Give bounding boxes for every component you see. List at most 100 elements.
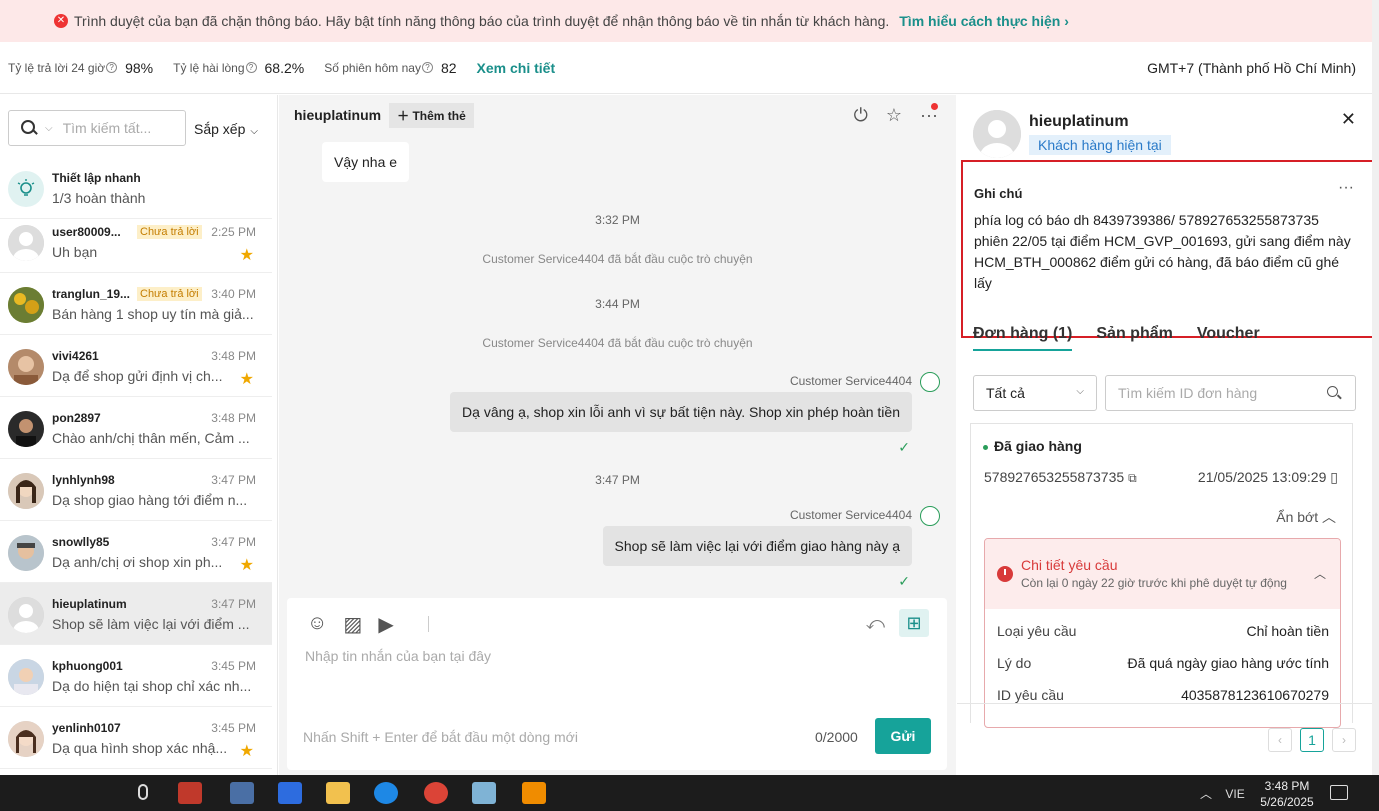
notepad-icon[interactable] xyxy=(472,782,496,804)
collapse-toggle[interactable]: Ẩn bớt ︿ xyxy=(1276,507,1336,527)
app-icon[interactable] xyxy=(522,782,546,804)
microphone-icon[interactable] xyxy=(138,784,148,800)
chevron-up-icon[interactable]: ︿ xyxy=(1200,787,1212,801)
outgoing-message: Shop sẽ làm việc lại với điểm giao hàng … xyxy=(602,526,912,566)
conversation-preview: Uh bạn xyxy=(52,244,98,260)
add-tag-button[interactable]: ＋ Thêm thẻ xyxy=(389,102,474,128)
request-row: ID yêu cầu 4035878123610670279 xyxy=(997,687,1329,703)
star-outline-icon[interactable]: ☆ xyxy=(886,105,902,126)
star-icon[interactable]: ★ xyxy=(240,555,254,575)
paint-icon[interactable] xyxy=(230,782,254,804)
conversation-time: 3:48 PM xyxy=(211,411,256,425)
request-row: Loại yêu cầu Chỉ hoàn tiền xyxy=(997,623,1329,639)
clock-date: 5/26/2025 xyxy=(1260,795,1314,809)
request-header[interactable]: Chi tiết yêu cầu Còn lại 0 ngày 22 giờ t… xyxy=(985,539,1340,609)
avatar xyxy=(8,659,44,695)
search-input[interactable] xyxy=(62,120,163,136)
tab-orders[interactable]: Đơn hàng (1) xyxy=(973,325,1073,351)
conversation-item[interactable]: vivi4261 3:48 PM Dạ để shop gửi định vị … xyxy=(0,335,272,397)
conversation-name: snowlly85 xyxy=(52,535,110,549)
customer-avatar xyxy=(973,110,1021,158)
sessions-stat: Số phiên hôm nay ? 82 xyxy=(324,60,456,76)
star-icon[interactable]: ★ xyxy=(240,741,254,761)
avatar xyxy=(8,535,44,571)
request-countdown: Còn lại 0 ngày 22 giờ trước khi phê duyệ… xyxy=(1021,576,1287,590)
order-filter-select[interactable]: Tất cả ⌵ xyxy=(973,375,1097,411)
add-tag-label: Thêm thẻ xyxy=(412,108,466,123)
view-details-link[interactable]: Xem chi tiết xyxy=(477,60,556,76)
help-icon[interactable]: ? xyxy=(245,62,257,73)
system-clock[interactable]: 3:48 PM 5/26/2025 xyxy=(1255,778,1319,810)
message-input[interactable] xyxy=(305,648,925,688)
conversation-item[interactable]: pon2897 3:48 PM Chào anh/chị thân mến, C… xyxy=(0,397,272,459)
prev-page-button[interactable]: ‹ xyxy=(1268,728,1292,752)
conversation-item[interactable]: lynhlynh98 3:47 PM Dạ shop giao hàng tới… xyxy=(0,459,272,521)
image-icon[interactable]: ▨ xyxy=(343,612,362,637)
language-indicator[interactable]: VIE xyxy=(1225,787,1244,801)
conversation-item[interactable]: tranglun_19... Chưa trả lời 3:40 PM Bán … xyxy=(0,273,272,335)
conversation-item[interactable]: snowlly85 3:47 PM Dạ anh/chị ơi shop xin… xyxy=(0,521,272,583)
tab-voucher[interactable]: Voucher xyxy=(1197,325,1260,351)
star-icon[interactable]: ★ xyxy=(240,245,254,265)
calculator-icon[interactable] xyxy=(278,782,302,804)
app-icon[interactable] xyxy=(178,782,202,804)
sessions-value: 82 xyxy=(440,59,457,76)
sort-dropdown[interactable]: Sắp xếp ⌵ xyxy=(194,121,258,137)
order-search-box[interactable] xyxy=(1105,375,1356,411)
quick-setup[interactable]: Thiết lập nhanh 1/3 hoàn thành xyxy=(0,157,272,219)
send-button[interactable]: Gửi xyxy=(875,718,931,754)
banner-message: Trình duyệt của bạn đã chặn thông báo. H… xyxy=(74,13,890,29)
notification-center-icon[interactable] xyxy=(1330,785,1348,800)
reply-rate-value: 98% xyxy=(125,59,154,76)
search-box[interactable]: ⌵ xyxy=(8,110,186,146)
video-icon[interactable]: ▶ xyxy=(378,612,393,637)
conversation-name: lynhlynh98 xyxy=(52,473,115,487)
conversation-name: pon2897 xyxy=(52,411,101,425)
close-icon[interactable]: ✕ xyxy=(1341,109,1356,130)
emoji-icon[interactable]: ☺ xyxy=(307,612,327,637)
order-search-input[interactable] xyxy=(1118,385,1308,401)
power-icon[interactable]: ⏻ xyxy=(854,105,868,126)
newline-hint: Nhấn Shift + Enter để bắt đầu một dòng m… xyxy=(303,729,578,745)
more-icon[interactable]: ··· xyxy=(1338,179,1354,197)
chevron-up-icon[interactable]: ︿ xyxy=(1314,565,1326,582)
next-page-button[interactable]: › xyxy=(1332,728,1356,752)
notification-banner: ✕ Trình duyệt của bạn đã chặn thông báo.… xyxy=(0,0,1372,42)
bookmark-icon[interactable]: ▯ xyxy=(1330,469,1338,485)
learn-how-link[interactable]: Tìm hiểu cách thực hiện › xyxy=(899,13,1069,29)
quick-reply-icon[interactable]: ⤺ xyxy=(866,613,885,634)
page-number[interactable]: 1 xyxy=(1300,728,1324,752)
divider xyxy=(428,616,429,632)
request-row-value: 4035878123610670279 xyxy=(1181,687,1329,703)
conversation-item[interactable]: yenlinh0107 3:45 PM Dạ qua hình shop xác… xyxy=(0,707,272,769)
grid-icon[interactable]: ⊞ xyxy=(899,609,929,637)
avatar xyxy=(8,597,44,633)
conversation-preview: Dạ anh/chị ơi shop xin ph... xyxy=(52,554,223,570)
search-icon[interactable] xyxy=(1327,386,1341,400)
chrome-icon[interactable] xyxy=(424,782,448,804)
conversation-name: vivi4261 xyxy=(52,349,99,363)
zalo-icon[interactable] xyxy=(374,782,398,804)
conversation-item[interactable]: kphuong001 3:45 PM Dạ do hiện tại shop c… xyxy=(0,645,272,707)
avatar xyxy=(8,411,44,447)
conversation-item-active[interactable]: hieuplatinum 3:47 PM Shop sẽ làm việc lạ… xyxy=(0,583,272,645)
note-text[interactable]: phía log có báo dh 8439739386/ 578927653… xyxy=(974,210,1354,294)
chat-header-actions: ⏻ ☆ ··· xyxy=(854,105,938,126)
conversation-time: 2:25 PM xyxy=(211,225,256,239)
chevron-down-icon[interactable]: ⌵ xyxy=(45,123,53,134)
read-check-icon: ✓ xyxy=(898,439,910,455)
page-scrollbar[interactable] xyxy=(1372,0,1379,775)
help-icon[interactable]: ? xyxy=(421,62,433,73)
lightbulb-icon xyxy=(8,171,44,207)
search-icon xyxy=(21,120,37,136)
shop-agent-icon xyxy=(920,506,940,526)
copy-icon[interactable]: ⧉ xyxy=(1128,471,1137,485)
help-icon[interactable]: ? xyxy=(106,62,118,73)
incoming-message: Vậy nha e xyxy=(322,142,410,182)
star-icon[interactable]: ★ xyxy=(240,369,254,389)
note-section: Ghi chú ··· phía log có báo dh 843973938… xyxy=(961,160,1378,338)
folder-icon[interactable] xyxy=(326,782,350,804)
chat-username[interactable]: hieuplatinum xyxy=(294,107,381,123)
conversation-item[interactable]: user80009... Chưa trả lời 2:25 PM Uh bạn… xyxy=(0,211,272,273)
tab-products[interactable]: Sản phẩm xyxy=(1096,325,1172,351)
